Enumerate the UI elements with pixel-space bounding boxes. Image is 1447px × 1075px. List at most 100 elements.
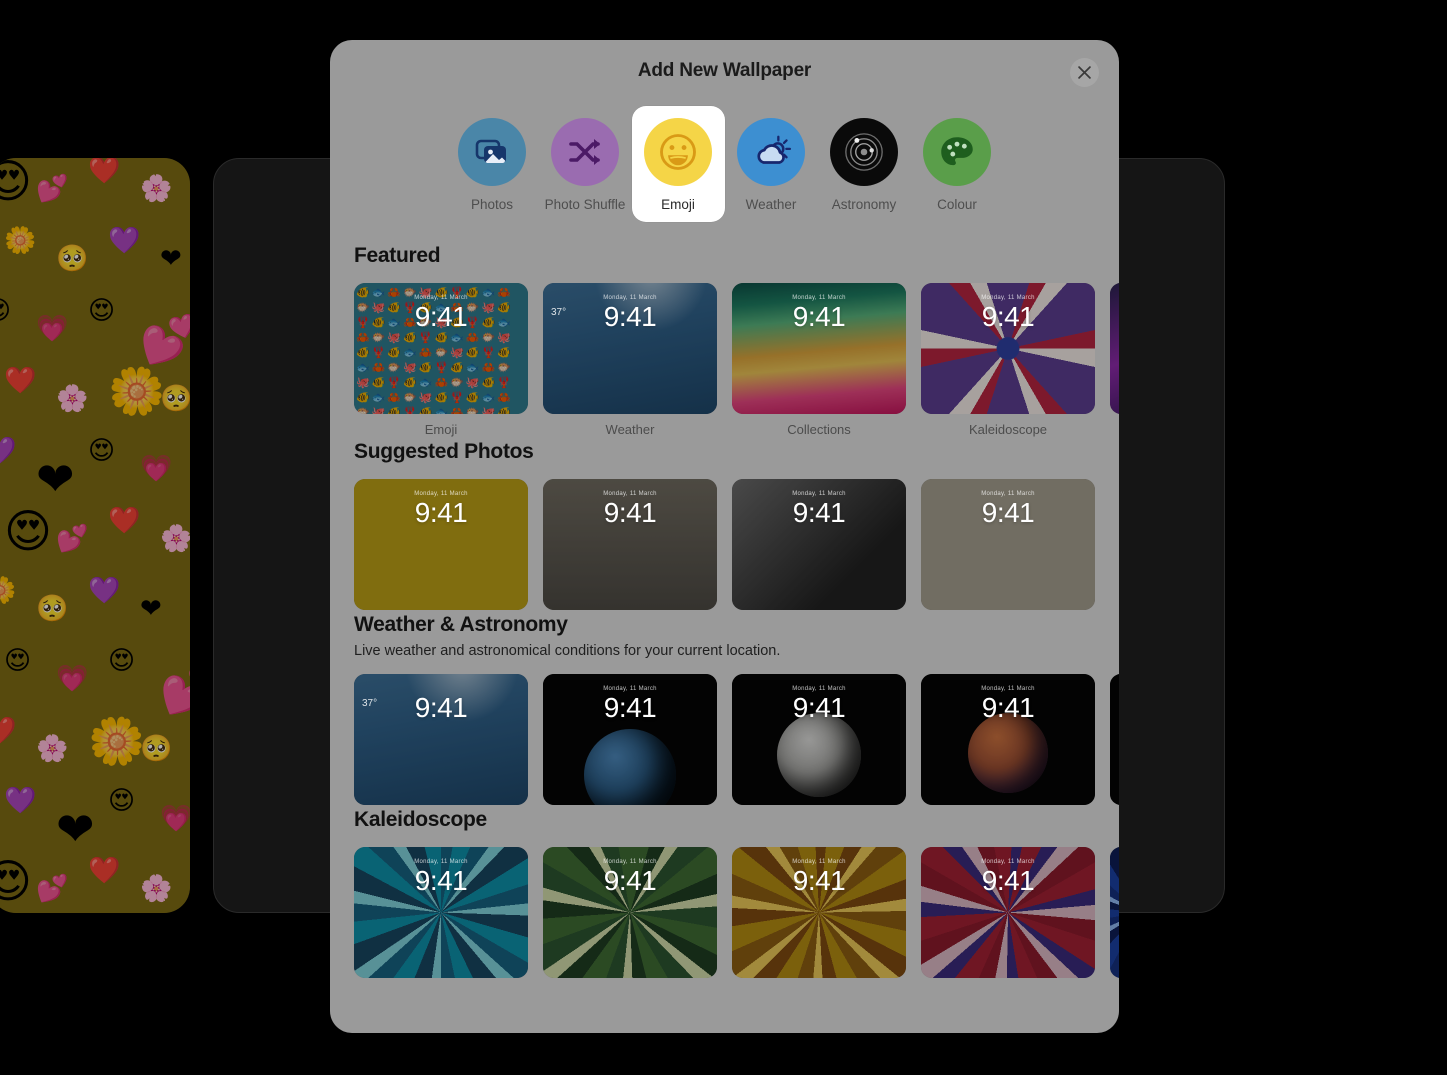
wallpaper-option[interactable]: Monday, 11 March 9:41	[921, 674, 1095, 805]
category-colour[interactable]: Colour	[911, 106, 1004, 222]
lockscreen-time: 9:41	[603, 301, 657, 332]
category-label: Weather	[745, 197, 797, 212]
lockscreen-weather-temp: 37°	[362, 698, 378, 709]
wallpaper-option[interactable]: 9:41 37°	[354, 674, 528, 805]
category-emoji[interactable]: Emoji	[631, 106, 725, 222]
wallpaper-emoji: 🌼	[4, 226, 37, 256]
wallpaper-option[interactable]: Monday, 11 March 9:41	[921, 479, 1095, 610]
lockscreen-time: 9:41	[981, 692, 1035, 723]
wallpaper-option[interactable]: Monday, 11 March 9:41	[732, 479, 906, 610]
screen-root: 😍💕❤️🌸🌼🥺💜❤😍💗😍💕❤️🌸🌼🥺💜❤😍💗😍💕❤️🌸🌼🥺💜❤😍💗😍💕❤️🌸🌼🥺…	[0, 0, 1447, 1075]
wallpaper-emoji: 💗	[160, 804, 190, 834]
wallpaper-option[interactable]: Monday, 11 March 9:41	[354, 847, 528, 978]
wallpaper-thumbnail[interactable]	[1110, 283, 1119, 414]
wallpaper-thumbnail[interactable]: Monday, 11 March 9:41	[354, 847, 528, 978]
wallpaper-option[interactable]	[1110, 674, 1119, 805]
thumbnail-rail[interactable]: Monday, 11 March 9:41 Monday, 11 March 9:41…	[330, 464, 1119, 610]
wallpaper-option[interactable]	[1110, 847, 1119, 978]
wallpaper-option[interactable]: Monday, 11 March 9:41	[543, 674, 717, 805]
category-photos[interactable]: Photos	[446, 106, 539, 222]
wallpaper-thumbnail[interactable]: Monday, 11 March 9:41	[354, 479, 528, 610]
wallpaper-thumbnail[interactable]: Monday, 11 March 9:41	[543, 674, 717, 805]
astronomy-orbit-icon	[830, 118, 898, 186]
wallpaper-emoji: 😍	[4, 504, 52, 558]
wallpaper-thumbnail[interactable]: Monday, 11 March 9:41	[732, 479, 906, 610]
wallpaper-thumbnail[interactable]: Monday, 11 March 9:41	[921, 847, 1095, 978]
wallpaper-emoji: 😍	[108, 786, 136, 816]
section-title: Featured	[354, 244, 441, 267]
background-emoji-wallpaper: 😍💕❤️🌸🌼🥺💜❤😍💗😍💕❤️🌸🌼🥺💜❤😍💗😍💕❤️🌸🌼🥺💜❤😍💗😍💕❤️🌸🌼🥺…	[0, 158, 190, 913]
wallpaper-emoji: ❤	[56, 802, 95, 856]
lockscreen-time: 9:41	[603, 692, 657, 723]
category-label: Photos	[470, 197, 514, 212]
section-subtitle: Live weather and astronomical conditions…	[354, 643, 781, 659]
wallpaper-thumbnail[interactable]: Monday, 11 March 9:41	[921, 674, 1095, 805]
wallpaper-option[interactable]: Monday, 11 March 9:41 37° Weather	[543, 283, 717, 437]
wallpaper-emoji: 🥺	[56, 244, 89, 274]
wallpaper-sections: Featured 🐠🐟🦀🐡🐙🐠🦞🐠🐟🦀🐡🐙🐠🦞🐠🐟🦀🐡🐙🐠🦞🐠🐟🦀🐡🐙🐠🦞🐠🐟🦀🐡…	[330, 222, 1119, 978]
wallpaper-emoji: 💕	[56, 524, 89, 554]
close-glyph	[1078, 66, 1091, 79]
category-label: Astronomy	[831, 197, 897, 212]
photos-icon	[458, 118, 526, 186]
wallpaper-emoji: 🌸	[160, 524, 190, 554]
wallpaper-emoji: ❤️	[4, 366, 37, 396]
thumbnail-dim-overlay	[1110, 283, 1119, 414]
wallpaper-thumbnail[interactable]: 🐠🐟🦀🐡🐙🐠🦞🐠🐟🦀🐡🐙🐠🦞🐠🐟🦀🐡🐙🐠🦞🐠🐟🦀🐡🐙🐠🦞🐠🐟🦀🐡🐙🐠🦞🐠🐟🦀🐡🐙…	[354, 283, 528, 414]
wallpaper-emoji: 🌸	[36, 734, 69, 764]
category-photo-shuffle[interactable]: Photo Shuffle	[539, 106, 632, 222]
wallpaper-option[interactable]: Monday, 11 March 9:41	[732, 674, 906, 805]
wallpaper-emoji: 😍	[88, 436, 116, 466]
wallpaper-thumbnail[interactable]: Monday, 11 March 9:41	[732, 674, 906, 805]
wallpaper-emoji: ❤	[160, 244, 182, 274]
lockscreen-time: 9:41	[981, 301, 1035, 332]
wallpaper-option[interactable]: Monday, 11 March 9:41	[543, 847, 717, 978]
wallpaper-option[interactable]: Monday, 11 March 9:41	[354, 479, 528, 610]
wallpaper-thumbnail[interactable]	[1110, 674, 1119, 805]
wallpaper-thumbnail[interactable]: Monday, 11 March 9:41	[732, 283, 906, 414]
wallpaper-option[interactable]: 🐠🐟🦀🐡🐙🐠🦞🐠🐟🦀🐡🐙🐠🦞🐠🐟🦀🐡🐙🐠🦞🐠🐟🦀🐡🐙🐠🦞🐠🐟🦀🐡🐙🐠🦞🐠🐟🦀🐡🐙…	[354, 283, 528, 437]
category-astronomy[interactable]: Astronomy	[818, 106, 911, 222]
section-weather-astronomy: Weather & Astronomy Live weather and astr…	[330, 613, 1119, 805]
lockscreen-time: 9:41	[414, 301, 468, 332]
wallpaper-option[interactable]: Monday, 11 March 9:41	[921, 847, 1095, 978]
wallpaper-option[interactable]: Monday, 11 March 9:41 Collections	[732, 283, 906, 437]
wallpaper-option[interactable]: Monday, 11 March 9:41	[543, 479, 717, 610]
wallpaper-thumbnail[interactable]: 9:41 37°	[354, 674, 528, 805]
wallpaper-thumbnail[interactable]: Monday, 11 March 9:41	[921, 283, 1095, 414]
lockscreen-time: 9:41	[792, 865, 846, 896]
wallpaper-thumbnail[interactable]	[1110, 847, 1119, 978]
section-suggested-photos: Suggested Photos Monday, 11 March 9:41 Mond…	[330, 440, 1119, 610]
shuffle-icon	[551, 118, 619, 186]
section-featured: Featured 🐠🐟🦀🐡🐙🐠🦞🐠🐟🦀🐡🐙🐠🦞🐠🐟🦀🐡🐙🐠🦞🐠🐟🦀🐡🐙🐠🦞🐠🐟🦀🐡…	[330, 244, 1119, 437]
thumbnail-rail[interactable]: 9:41 37° Monday, 11 March 9:41 Monday, 11 …	[330, 659, 1119, 805]
wallpaper-thumbnail[interactable]: Monday, 11 March 9:41	[543, 847, 717, 978]
wallpaper-option[interactable]: Monday, 11 March 9:41	[732, 847, 906, 978]
wallpaper-thumbnail[interactable]: Monday, 11 March 9:41	[732, 847, 906, 978]
wallpaper-emoji: 💜	[4, 786, 37, 816]
wallpaper-option[interactable]	[1110, 283, 1119, 437]
wallpaper-emoji: 💜	[0, 436, 17, 466]
wallpaper-thumbnail[interactable]: Monday, 11 March 9:41 37°	[543, 283, 717, 414]
emoji-smiley-icon	[644, 118, 712, 186]
category-row: Photos Photo Shuffle Emoji Weather Astronomy…	[330, 106, 1119, 222]
wallpaper-emoji: 💜	[108, 226, 141, 256]
wallpaper-option[interactable]: Monday, 11 March 9:41 Kaleidoscope	[921, 283, 1095, 437]
thumbnail-rail[interactable]: Monday, 11 March 9:41 Monday, 11 March 9:41…	[330, 832, 1119, 978]
category-weather[interactable]: Weather	[725, 106, 818, 222]
thumbnail-rail[interactable]: 🐠🐟🦀🐡🐙🐠🦞🐠🐟🦀🐡🐙🐠🦞🐠🐟🦀🐡🐙🐠🦞🐠🐟🦀🐡🐙🐠🦞🐠🐟🦀🐡🐙🐠🦞🐠🐟🦀🐡🐙…	[330, 268, 1119, 437]
wallpaper-thumbnail[interactable]: Monday, 11 March 9:41	[543, 479, 717, 610]
wallpaper-emoji: 💕	[160, 662, 190, 716]
close-icon[interactable]	[1070, 58, 1099, 87]
wallpaper-emoji: 💜	[88, 576, 121, 606]
wallpaper-thumbnail[interactable]: Monday, 11 March 9:41	[921, 479, 1095, 610]
lockscreen-time: 9:41	[603, 865, 657, 896]
page-title: Add New Wallpaper	[637, 60, 812, 81]
add-wallpaper-modal: Add New Wallpaper Photos Photo Shuffle Emo…	[330, 40, 1119, 1033]
wallpaper-emoji: 😍	[0, 854, 32, 908]
wallpaper-emoji: 💗	[140, 454, 173, 484]
thumbnail-caption: Collections	[787, 422, 851, 437]
lockscreen-time: 9:41	[414, 865, 468, 896]
wallpaper-emoji: ❤️	[108, 506, 141, 536]
wallpaper-emoji: 💕	[36, 874, 69, 904]
